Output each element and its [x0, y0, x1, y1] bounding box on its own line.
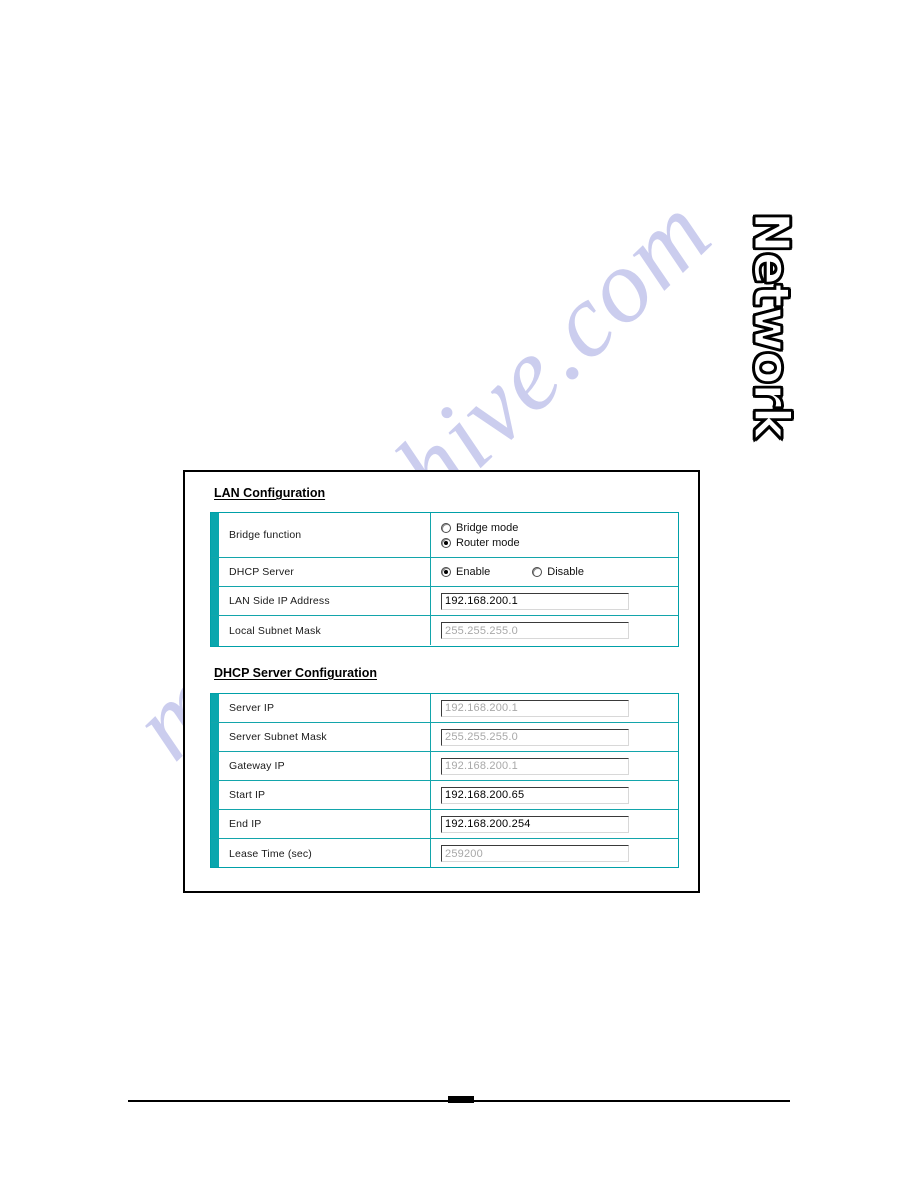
config-row-start-ip: Start IP [211, 781, 678, 810]
radio-button-router-mode-selected[interactable] [441, 537, 451, 548]
config-value-local-subnet-mask [431, 616, 678, 645]
radio-button-enable-selected[interactable] [441, 567, 451, 577]
input-server-subnet-mask [441, 728, 629, 746]
radio-option-bridge-mode[interactable]: Bridge mode [441, 522, 678, 534]
footer-page-number-mark [448, 1096, 474, 1103]
chapter-tab-label: Network [742, 211, 801, 439]
input-local-subnet-mask [441, 622, 629, 639]
config-row-server-subnet-mask: Server Subnet Mask [211, 723, 678, 752]
radio-option-enable[interactable]: Enable [441, 566, 490, 578]
radio-label: Disable [547, 566, 584, 578]
input-gateway-ip [441, 757, 629, 775]
input-start-ip[interactable] [441, 786, 629, 804]
input-lease-time-sec [441, 845, 629, 862]
config-label-server-ip: Server IP [211, 694, 431, 722]
radio-label: Router mode [456, 536, 520, 549]
config-label-server-subnet-mask: Server Subnet Mask [211, 723, 431, 751]
config-value-dhcp-server: Enable Disable [431, 558, 678, 586]
router-config-screenshot: LAN Configuration Bridge function Bridge … [183, 470, 700, 893]
config-row-server-ip: Server IP [211, 694, 678, 723]
config-value-lease-time-sec [431, 839, 678, 868]
config-row-lease-time-sec: Lease Time (sec) [211, 839, 678, 868]
config-row-dhcp-server: DHCP Server Enable Disable [211, 558, 678, 587]
config-label-dhcp-server: DHCP Server [211, 558, 431, 586]
config-label-gateway-ip: Gateway IP [211, 752, 431, 780]
config-value-lan-side-ip-address [431, 587, 678, 615]
radio-button-disable[interactable] [532, 567, 543, 577]
radio-label: Enable [456, 566, 491, 578]
dhcp-server-configuration-heading: DHCP Server Configuration [214, 666, 377, 680]
config-label-lan-side-ip-address: LAN Side IP Address [211, 587, 431, 615]
config-value-server-ip [431, 694, 678, 722]
config-label-end-ip: End IP [211, 810, 431, 838]
input-end-ip[interactable] [441, 815, 629, 833]
config-row-gateway-ip: Gateway IP [211, 752, 678, 781]
radio-label: Bridge mode [456, 521, 519, 534]
radio-button-bridge-mode[interactable] [441, 522, 451, 533]
radio-option-router-mode[interactable]: Router mode [441, 537, 678, 549]
config-value-bridge-function: Bridge mode Router mode [431, 513, 678, 557]
input-server-ip [441, 699, 629, 717]
dhcp-server-configuration-table: Server IPServer Subnet MaskGateway IPSta… [210, 693, 679, 868]
config-row-bridge-function: Bridge function Bridge mode Router mode [211, 513, 678, 558]
config-label-local-subnet-mask: Local Subnet Mask [211, 616, 431, 645]
config-row-local-subnet-mask: Local Subnet Mask [211, 616, 678, 645]
config-value-start-ip [431, 781, 678, 809]
config-value-gateway-ip [431, 752, 678, 780]
config-label-start-ip: Start IP [211, 781, 431, 809]
radio-option-disable[interactable]: Disable [532, 566, 584, 578]
config-row-lan-side-ip-address: LAN Side IP Address [211, 587, 678, 616]
radio-group-dhcp-server: Enable Disable [441, 566, 678, 578]
config-label-bridge-function: Bridge function [211, 513, 431, 557]
lan-configuration-heading: LAN Configuration [214, 486, 326, 500]
config-value-server-subnet-mask [431, 723, 678, 751]
radio-group-bridge-function: Bridge mode Router mode [441, 522, 678, 549]
config-value-end-ip [431, 810, 678, 838]
config-row-end-ip: End IP [211, 810, 678, 839]
chapter-tab-network: Network [716, 211, 826, 439]
input-lan-side-ip-address[interactable] [441, 592, 629, 610]
lan-configuration-table: Bridge function Bridge mode Router mode DHC… [210, 512, 679, 647]
config-label-lease-time-sec: Lease Time (sec) [211, 839, 431, 868]
